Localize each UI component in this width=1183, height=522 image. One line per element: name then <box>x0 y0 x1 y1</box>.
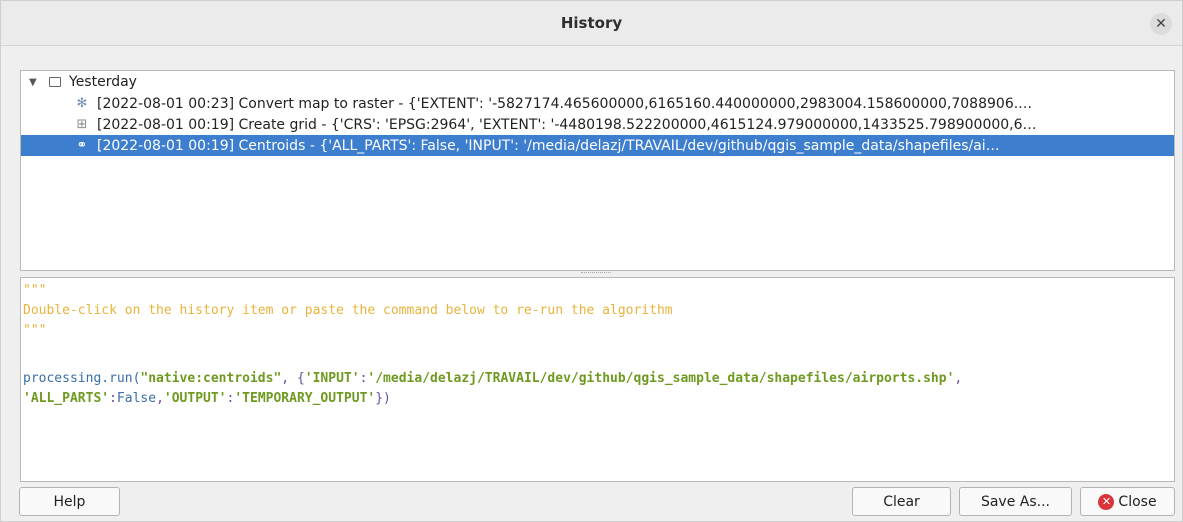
close-button-label: Close <box>1118 493 1157 510</box>
code-token: }) <box>375 391 391 406</box>
docstring-text: Double-click on the history item or past… <box>23 303 673 318</box>
close-button[interactable]: ✕ Close <box>1080 487 1175 516</box>
code-token: 'INPUT' <box>304 371 360 386</box>
history-item-text: [2022-08-01 00:19] Centroids - {'ALL_PAR… <box>97 137 1000 154</box>
code-token: , <box>156 391 164 406</box>
centroids-icon: ⚭ <box>76 138 88 153</box>
save-as-button-label: Save As... <box>980 493 1051 510</box>
grid-icon: ⊞ <box>76 117 88 132</box>
clear-button-label: Clear <box>883 493 920 510</box>
command-line-1: processing.run("native:centroids", {'INP… <box>23 370 962 388</box>
splitter-handle[interactable] <box>581 272 611 276</box>
history-item-text: [2022-08-01 00:23] Convert map to raster… <box>97 95 1033 112</box>
docstring-open: """ <box>23 283 47 298</box>
code-token: processing.run( <box>23 371 141 386</box>
title-bar: History ✕ <box>1 1 1182 46</box>
window-close-icon[interactable]: ✕ <box>1150 13 1172 35</box>
save-as-button[interactable]: Save As... <box>959 487 1072 516</box>
code-token: '/media/delazj/TRAVAIL/dev/github/qgis_s… <box>367 371 955 386</box>
command-line-2: 'ALL_PARTS':False,'OUTPUT':'TEMPORARY_OU… <box>23 390 391 408</box>
code-token: 'TEMPORARY_OUTPUT' <box>234 391 376 406</box>
code-token: : <box>109 391 117 406</box>
code-token: , <box>954 371 963 386</box>
history-item[interactable]: ✻ [2022-08-01 00:23] Convert map to rast… <box>21 93 1174 114</box>
docstring-close: """ <box>23 323 47 338</box>
folder-icon <box>49 77 61 87</box>
close-icon: ✕ <box>1098 493 1115 510</box>
help-button[interactable]: Help <box>19 487 120 516</box>
chevron-down-icon[interactable]: ▼ <box>29 77 43 88</box>
history-tree[interactable]: ▼ Yesterday ✻ [2022-08-01 00:23] Convert… <box>20 70 1175 271</box>
clear-button[interactable]: Clear <box>852 487 951 516</box>
dialog-title: History <box>560 14 623 32</box>
code-token: "native:centroids" <box>140 371 282 386</box>
history-item-selected[interactable]: ⚭ [2022-08-01 00:19] Centroids - {'ALL_P… <box>21 135 1174 156</box>
command-editor[interactable]: """ Double-click on the history item or … <box>20 277 1175 482</box>
code-token: 'OUTPUT' <box>163 391 227 406</box>
group-label: Yesterday <box>69 74 137 90</box>
gear-icon: ✻ <box>76 96 88 111</box>
history-item[interactable]: ⊞ [2022-08-01 00:19] Create grid - {'CRS… <box>21 114 1174 135</box>
history-item-text: [2022-08-01 00:19] Create grid - {'CRS':… <box>97 116 1037 133</box>
code-token: 'ALL_PARTS' <box>23 391 110 406</box>
code-token: , { <box>281 371 305 386</box>
history-dialog: History ✕ ▼ Yesterday ✻ [2022-08-01 00:2… <box>0 0 1183 522</box>
help-button-label: Help <box>53 493 86 510</box>
code-token: False <box>116 391 157 406</box>
tree-group-yesterday[interactable]: ▼ Yesterday <box>21 71 1174 93</box>
